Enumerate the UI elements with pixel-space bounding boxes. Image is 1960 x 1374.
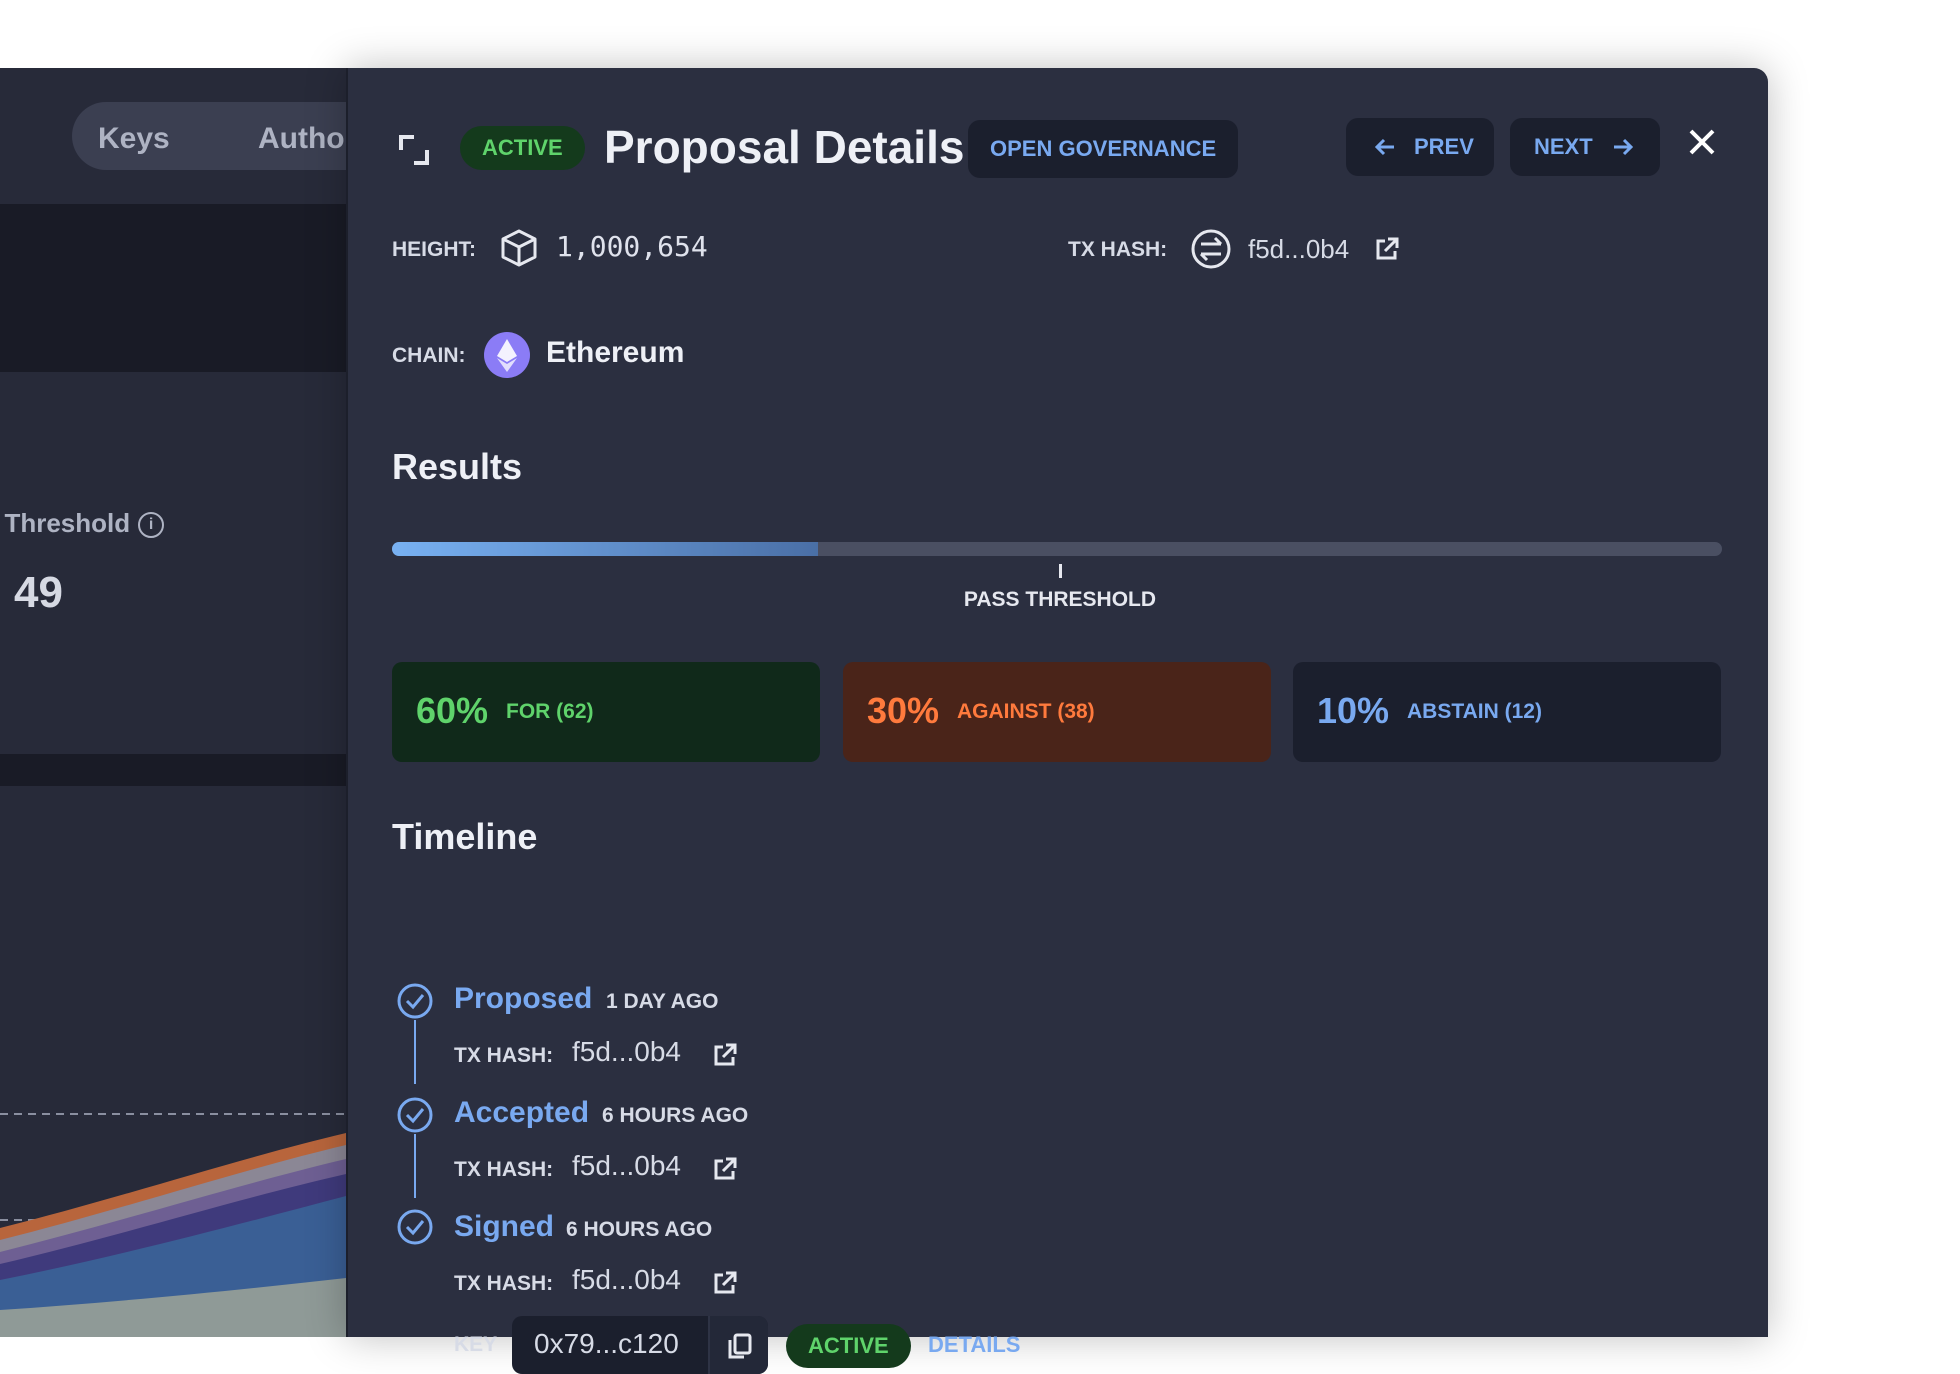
timeline-step-time: 6 HOURS AGO [566, 1218, 713, 1241]
timeline-connector [414, 1134, 416, 1198]
vote-against-label: AGAINST (38) [957, 700, 1095, 723]
expand-icon[interactable] [398, 134, 430, 166]
tab-keys[interactable]: Keys [98, 122, 170, 156]
vote-abstain-percent: 10% [1317, 690, 1390, 731]
pass-threshold-marker [1059, 564, 1062, 578]
vote-card-abstain: 10% ABSTAIN (12) [1293, 662, 1721, 762]
tx-hash-label: TX HASH: [1068, 238, 1168, 261]
details-link[interactable]: DETAILS [928, 1332, 1020, 1358]
results-heading: Results [392, 446, 523, 487]
timeline-hash-value[interactable]: f5d...0b4 [572, 1036, 681, 1068]
prev-label: PREV [1414, 134, 1474, 159]
tx-hash-value[interactable]: f5d...0b4 [1248, 234, 1349, 265]
background-threshold-value: 49 [14, 568, 63, 617]
results-progress-fill [392, 542, 818, 556]
vote-for-label: FOR (62) [506, 700, 594, 723]
copy-button[interactable] [708, 1316, 768, 1374]
prev-button[interactable]: PREV [1346, 118, 1494, 176]
timeline-step-time: 6 HOURS AGO [602, 1104, 749, 1127]
background-divider [0, 754, 346, 786]
chain-label: CHAIN: [392, 344, 466, 367]
check-circle-icon [397, 983, 433, 1019]
tab-authorities[interactable]: Autho [258, 122, 345, 156]
copy-icon [728, 1333, 752, 1359]
external-link-icon[interactable] [1374, 236, 1400, 262]
timeline-connector [414, 1020, 416, 1084]
check-circle-icon [397, 1097, 433, 1133]
check-circle-icon [397, 1209, 433, 1245]
timeline-step-time: 1 DAY AGO [606, 990, 719, 1013]
external-link-icon[interactable] [712, 1270, 738, 1296]
cube-icon [501, 229, 537, 267]
arrow-right-icon [1614, 138, 1634, 156]
timeline-step-title: Accepted [454, 1096, 590, 1129]
key-value[interactable]: 0x79...c120 [534, 1328, 679, 1360]
open-governance-button[interactable]: OPEN GOVERNANCE [968, 120, 1239, 178]
chain-value: Ethereum [546, 336, 685, 369]
page-title: Proposal Details [604, 121, 965, 173]
vote-for-percent: 60% [416, 690, 489, 731]
vote-abstain-label: ABSTAIN (12) [1407, 700, 1542, 723]
timeline-heading: Timeline [392, 816, 538, 857]
key-status-badge: ACTIVE [786, 1324, 911, 1368]
height-value: 1,000,654 [556, 230, 708, 263]
background-app: Keys Autho l Threshold i 49 [0, 68, 346, 1337]
background-tab-bar: Keys Autho [72, 102, 346, 170]
arrow-left-icon [1374, 138, 1394, 156]
vote-against-percent: 30% [867, 690, 940, 731]
background-threshold-label: l Threshold i [0, 508, 165, 539]
background-header-strip [0, 204, 346, 372]
status-badge: ACTIVE [460, 126, 585, 170]
height-label: HEIGHT: [392, 238, 476, 261]
timeline-hash-value[interactable]: f5d...0b4 [572, 1264, 681, 1296]
timeline-hash-label: TX HASH: [454, 1044, 554, 1067]
proposal-details-panel: ACTIVE Proposal Details OPEN GOVERNANCE … [346, 68, 1768, 1374]
vote-card-for: 60% FOR (62) [392, 662, 820, 762]
timeline-step-title: Signed [454, 1210, 555, 1243]
results-progress-bar [392, 542, 1722, 556]
pass-threshold-label: PASS THRESHOLD [963, 588, 1157, 611]
info-icon[interactable]: i [138, 512, 165, 539]
exchange-icon [1191, 229, 1231, 269]
ethereum-icon [484, 332, 530, 378]
background-area-chart [0, 1113, 346, 1337]
external-link-icon[interactable] [712, 1156, 738, 1182]
timeline-step-title: Proposed [454, 982, 593, 1015]
next-label: NEXT [1534, 134, 1593, 159]
timeline-hash-label: TX HASH: [454, 1158, 554, 1181]
close-icon[interactable] [1688, 128, 1716, 156]
timeline-hash-value[interactable]: f5d...0b4 [572, 1150, 681, 1182]
vote-card-against: 30% AGAINST (38) [843, 662, 1271, 762]
next-button[interactable]: NEXT [1510, 118, 1660, 176]
timeline-hash-label: TX HASH: [454, 1272, 554, 1295]
external-link-icon[interactable] [712, 1042, 738, 1068]
key-field: 0x79...c120 [512, 1316, 768, 1374]
